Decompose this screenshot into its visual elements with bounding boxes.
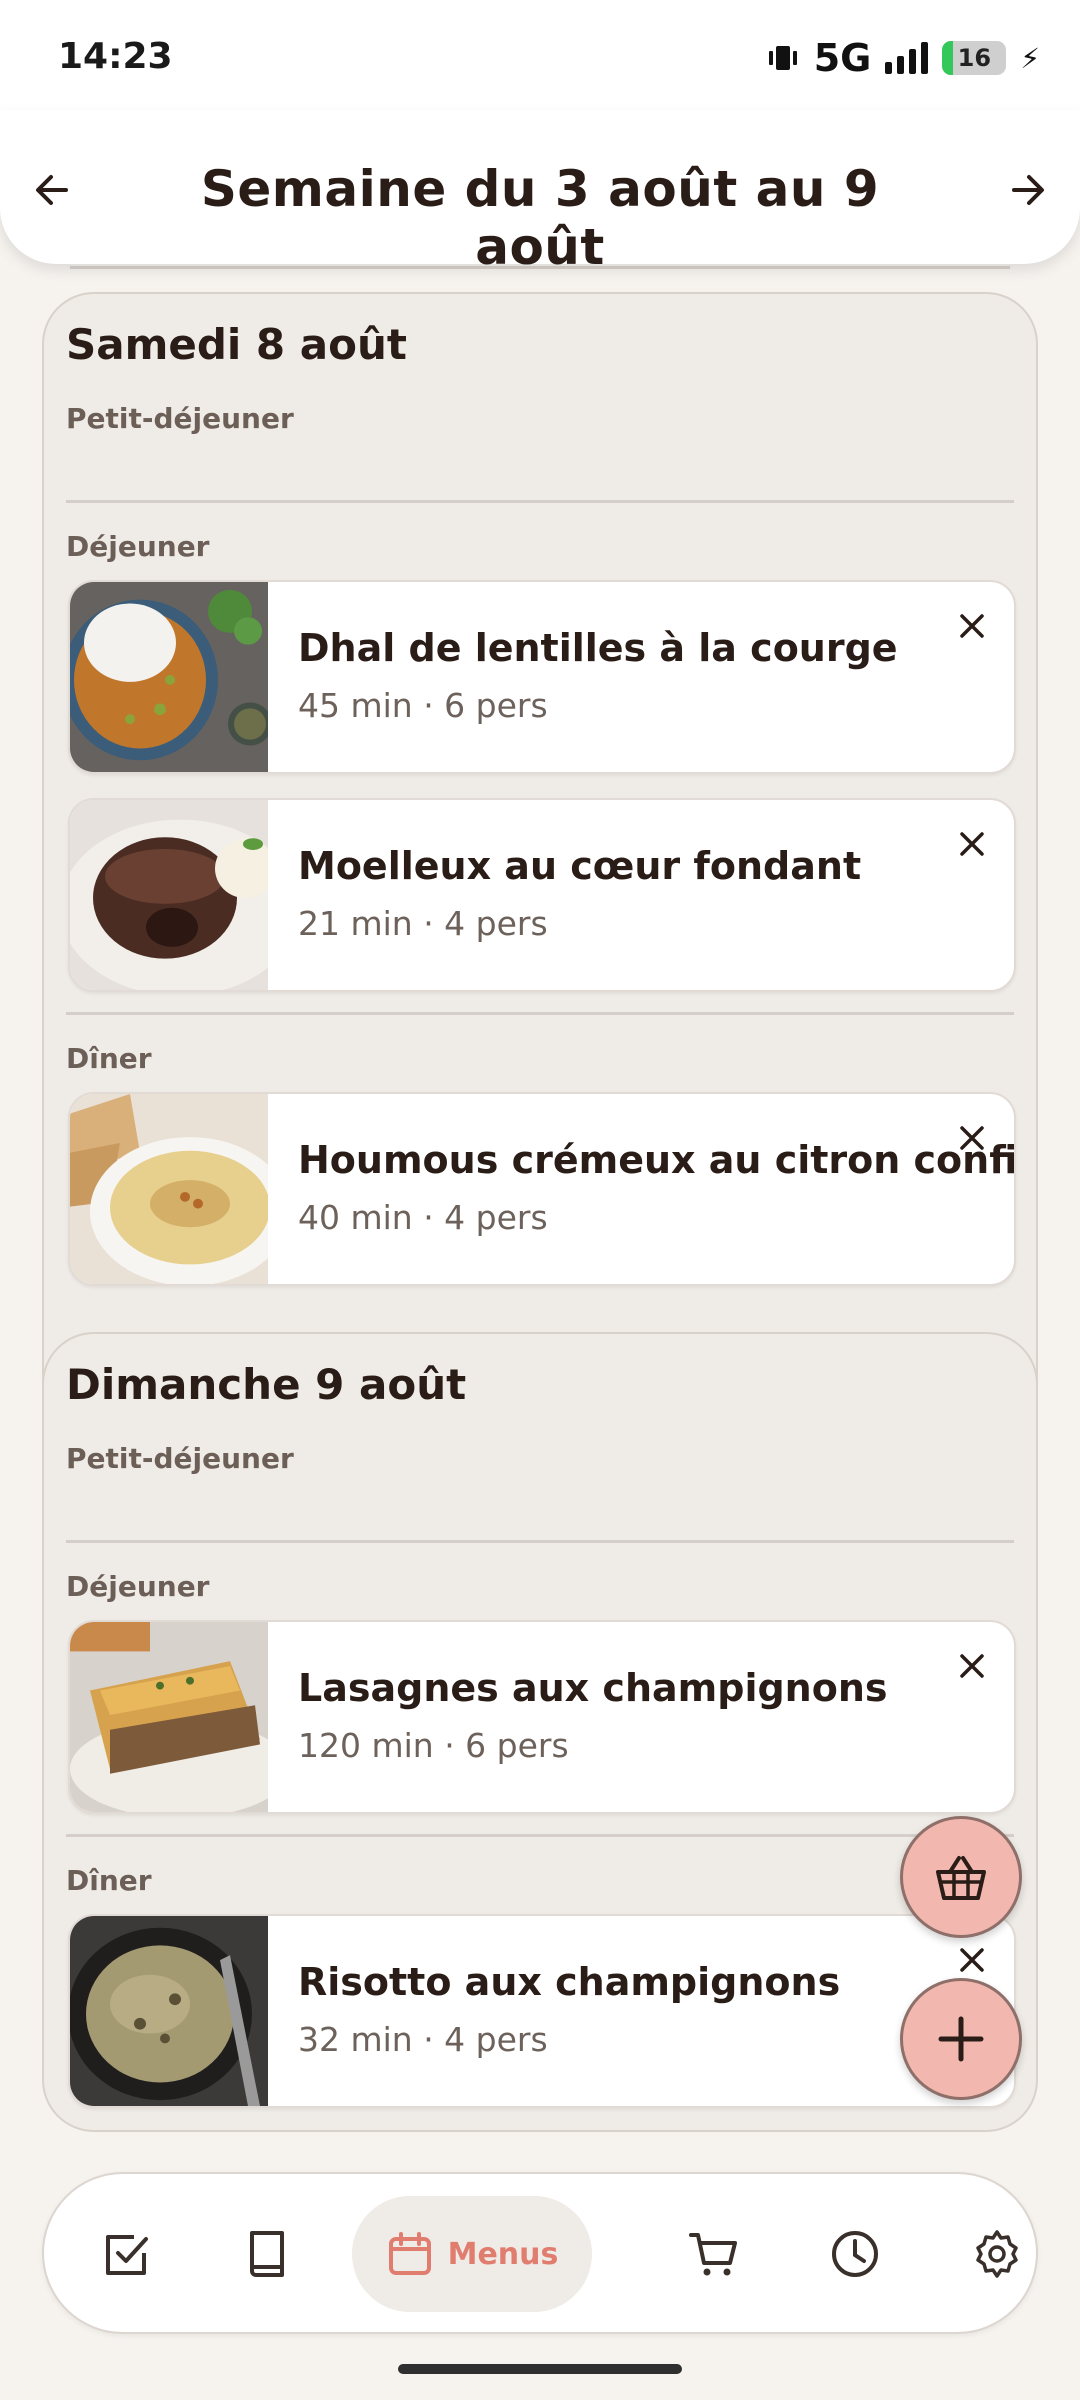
add-recipe-button[interactable] <box>900 1978 1022 2100</box>
cart-icon <box>689 2233 737 2276</box>
meal-label-lunch: Déjeuner <box>66 1570 210 1603</box>
basket-icon <box>936 1856 986 1900</box>
meal-divider <box>66 500 1014 503</box>
day-title: Dimanche 9 août <box>66 1360 467 1409</box>
checkbox-icon <box>106 2235 148 2275</box>
remove-recipe-button[interactable] <box>950 822 994 866</box>
recipe-card[interactable]: Houmous crémeux au citron confit 40 min … <box>68 1092 1016 1286</box>
meal-label-dinner: Dîner <box>66 1042 152 1075</box>
nav-shopping[interactable] <box>674 2214 754 2294</box>
book-icon <box>250 2231 284 2277</box>
status-icons: 5G 16 ⚡ <box>766 36 1040 80</box>
nav-menus-label: Menus <box>447 2236 559 2272</box>
meal-divider <box>66 1834 1014 1837</box>
vibrate-icon <box>768 46 797 70</box>
status-bar: 14:23 5G 16 ⚡ <box>0 0 1080 110</box>
week-header: Semaine du 3 août au 9 août <box>0 110 1080 276</box>
remove-recipe-button[interactable] <box>950 1644 994 1688</box>
shopping-basket-button[interactable] <box>900 1816 1022 1938</box>
home-indicator <box>398 2364 682 2374</box>
day-card: Dimanche 9 août Petit-déjeuner Déjeuner … <box>42 1332 1038 2132</box>
recipe-image <box>70 800 268 990</box>
recipe-name: Risotto aux champignons <box>298 1960 841 2004</box>
meal-divider <box>66 1012 1014 1015</box>
previous-week-button[interactable] <box>22 160 82 220</box>
close-icon <box>960 1948 984 1972</box>
plus-icon <box>938 2016 984 2062</box>
nav-menus[interactable]: Menus <box>352 2196 592 2312</box>
bottom-navigation: Menus <box>42 2172 1038 2334</box>
nav-settings[interactable] <box>957 2214 1037 2294</box>
network-label: 5G <box>813 36 872 80</box>
gear-icon <box>976 2230 1018 2278</box>
remove-recipe-button[interactable] <box>950 604 994 648</box>
recipe-card[interactable]: Dhal de lentilles à la courge 45 min · 6… <box>68 580 1016 774</box>
status-time: 14:23 <box>58 36 173 77</box>
remove-recipe-button[interactable] <box>950 1938 994 1982</box>
close-icon <box>960 832 984 856</box>
battery-icon: 16 <box>942 41 1007 75</box>
page-title: Semaine du 3 août au 9 août <box>200 160 880 276</box>
recipe-meta: 45 min · 6 pers <box>298 686 548 725</box>
close-icon <box>960 1126 984 1150</box>
close-icon <box>960 1654 984 1678</box>
calendar-icon <box>388 2232 431 2275</box>
meal-label-breakfast: Petit-déjeuner <box>66 402 294 435</box>
signal-icon <box>885 42 929 74</box>
close-icon <box>960 614 984 638</box>
day-title: Samedi 8 août <box>66 320 407 369</box>
recipe-name: Houmous crémeux au citron confit <box>298 1138 1016 1182</box>
meal-label-lunch: Déjeuner <box>66 530 210 563</box>
recipe-image <box>70 1916 268 2106</box>
recipe-name: Lasagnes aux champignons <box>298 1666 888 1710</box>
recipe-meta: 21 min · 4 pers <box>298 904 548 943</box>
meal-label-breakfast: Petit-déjeuner <box>66 1442 294 1475</box>
recipe-card[interactable]: Moelleux au cœur fondant 21 min · 4 pers <box>68 798 1016 992</box>
recipe-image <box>70 582 268 772</box>
recipe-meta: 32 min · 4 pers <box>298 2020 548 2059</box>
arrow-right-icon <box>1012 175 1044 205</box>
clock-icon <box>832 2231 878 2277</box>
battery-level: 16 <box>957 44 992 72</box>
day-card: Samedi 8 août Petit-déjeuner Déjeuner Dh… <box>42 292 1038 1468</box>
recipe-image <box>70 1622 268 1812</box>
remove-recipe-button[interactable] <box>950 1116 994 1160</box>
arrow-left-icon <box>36 175 68 205</box>
meal-label-dinner: Dîner <box>66 1864 152 1897</box>
battery-fill <box>942 41 953 75</box>
recipe-image <box>70 1094 268 1284</box>
recipe-meta: 120 min · 6 pers <box>298 1726 569 1765</box>
recipe-name: Dhal de lentilles à la courge <box>298 626 898 670</box>
charging-icon: ⚡ <box>1020 41 1040 75</box>
recipe-card[interactable]: Risotto aux champignons 32 min · 4 pers <box>68 1914 1016 2108</box>
next-week-button[interactable] <box>998 160 1058 220</box>
nav-recipes[interactable] <box>227 2214 307 2294</box>
nav-history[interactable] <box>815 2214 895 2294</box>
recipe-meta: 40 min · 4 pers <box>298 1198 548 1237</box>
meal-divider <box>66 1540 1014 1543</box>
nav-tasks[interactable] <box>87 2214 167 2294</box>
recipe-name: Moelleux au cœur fondant <box>298 844 862 888</box>
recipe-card[interactable]: Lasagnes aux champignons 120 min · 6 per… <box>68 1620 1016 1814</box>
